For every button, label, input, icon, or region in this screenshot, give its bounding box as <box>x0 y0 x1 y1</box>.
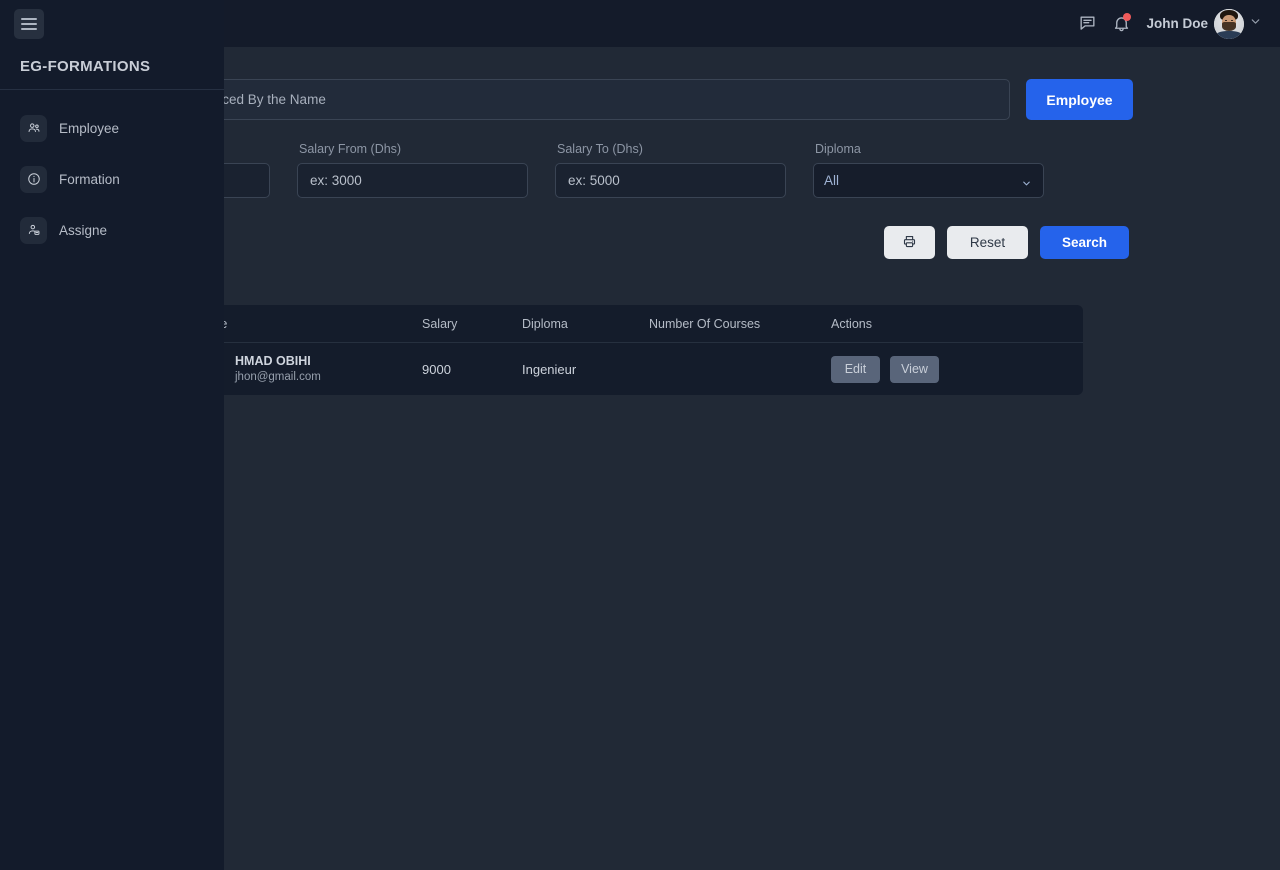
column-header-name: Name <box>194 317 422 331</box>
column-header-diploma: Diploma <box>522 316 568 331</box>
info-circle-icon <box>20 165 47 193</box>
diploma-label: Diploma <box>815 142 861 156</box>
user-settings-icon <box>20 216 47 244</box>
menu-toggle-button[interactable] <box>14 9 44 39</box>
hamburger-icon <box>21 18 37 30</box>
cell-actions: Edit View <box>831 355 1083 383</box>
column-header-actions: Actions <box>831 316 872 331</box>
edit-button[interactable]: Edit <box>831 355 880 383</box>
brand-title: EG-FORMATIONS <box>20 58 151 75</box>
salary-to-input[interactable] <box>555 163 786 198</box>
employees-table: Name Salary Diploma Number Of Courses Ac… <box>172 305 1083 395</box>
notifications-button[interactable] <box>1104 7 1138 41</box>
filter-actions: Reset Search <box>884 226 1129 259</box>
cell-salary: 9000 <box>422 361 451 377</box>
sidebar-item-assigne[interactable]: Assigne <box>0 209 224 251</box>
employee-email: jhon@gmail.com <box>235 370 321 383</box>
view-button[interactable]: View <box>890 355 939 383</box>
filter-salary-from: Salary From (Dhs) <box>297 142 528 198</box>
cell-name: HMAD OBIHI jhon@gmail.com <box>194 353 422 385</box>
users-group-icon <box>20 114 47 142</box>
filter-salary-to: Salary To (Dhs) <box>555 142 786 198</box>
sidebar-menu: Employee Formation Assigne <box>0 107 224 260</box>
messages-button[interactable] <box>1070 7 1104 41</box>
navbar-right-group: John Doe <box>1070 7 1280 41</box>
avatar[interactable] <box>1214 8 1244 39</box>
print-button[interactable] <box>884 226 935 259</box>
sidebar: EG-FORMATIONS Employee Formation Assigne <box>0 0 224 870</box>
column-header-salary: Salary <box>422 316 458 331</box>
cell-diploma: Ingenieur <box>522 361 577 377</box>
sidebar-item-label: Assigne <box>59 222 108 238</box>
salary-from-input[interactable] <box>297 163 528 198</box>
reset-button[interactable]: Reset <box>947 226 1028 259</box>
table-row[interactable]: HMAD OBIHI jhon@gmail.com 9000 Ingenieur… <box>172 342 1083 395</box>
salary-from-label: Salary From (Dhs) <box>299 142 402 156</box>
printer-icon <box>902 234 917 252</box>
employee-button[interactable]: Employee <box>1026 79 1133 120</box>
filter-row: Salary From (Dhs) Salary To (Dhs) Diplom… <box>39 142 1133 198</box>
salary-to-label: Salary To (Dhs) <box>557 142 643 156</box>
sidebar-divider <box>0 89 224 90</box>
diploma-select[interactable]: All <box>813 163 1044 198</box>
avatar-image <box>1214 8 1244 39</box>
employee-name: HMAD OBIHI <box>235 353 311 368</box>
account-menu-button[interactable] <box>1244 9 1266 39</box>
table-header-row: Name Salary Diploma Number Of Courses Ac… <box>172 305 1083 342</box>
column-header-courses: Number Of Courses <box>649 316 761 331</box>
sidebar-item-label: Formation <box>59 171 120 187</box>
chevron-down-icon <box>1249 15 1262 33</box>
search-input[interactable] <box>172 79 1010 120</box>
sidebar-item-employee[interactable]: Employee <box>0 107 224 149</box>
sidebar-item-formation[interactable]: Formation <box>0 158 224 200</box>
diploma-select-wrapper: All <box>813 163 1044 198</box>
search-button[interactable]: Search <box>1040 226 1129 259</box>
chat-icon <box>1078 14 1097 33</box>
search-strip: Employee <box>172 79 1133 120</box>
sidebar-item-label: Employee <box>59 120 120 136</box>
navbar-username: John Doe <box>1146 16 1208 31</box>
filter-diploma: Diploma All <box>813 142 1044 198</box>
employee-identity: HMAD OBIHI jhon@gmail.com <box>235 353 321 385</box>
